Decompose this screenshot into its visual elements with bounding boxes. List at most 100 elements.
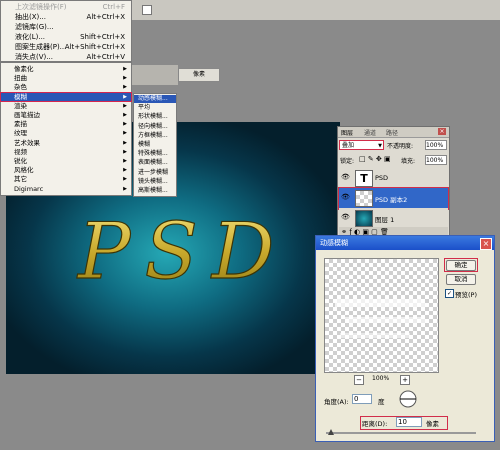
filter-category-item[interactable]: 画笔描边 ▶	[1, 111, 131, 119]
layer-thumbnail	[355, 190, 373, 207]
filter-category-item[interactable]: 锐化 ▶	[1, 157, 131, 165]
layer-row[interactable]: 👁 图层 1	[339, 208, 448, 229]
cancel-button[interactable]: 取消	[446, 274, 476, 285]
angle-unit: 度	[378, 398, 385, 406]
blur-item-label: 动感模糊...	[138, 95, 168, 102]
close-icon[interactable]: ×	[480, 238, 492, 250]
category-label: 像素化	[14, 65, 34, 73]
filter-category-item[interactable]: 纹理 ▶	[1, 129, 131, 137]
submenu-arrow-icon: ▶	[123, 102, 127, 109]
dialog-title: 动感模糊	[320, 239, 348, 247]
blend-mode-select[interactable]: 叠加 ▼	[339, 140, 384, 150]
zoom-out-button[interactable]: −	[354, 375, 364, 385]
blur-item-label: 进一步模糊	[138, 168, 169, 176]
category-label: 渲染	[14, 101, 27, 110]
tab-paths[interactable]: 路径	[386, 128, 398, 137]
angle-dial[interactable]	[398, 389, 418, 409]
motion-blur-streaks	[335, 299, 425, 338]
psd-script-text: PSD	[76, 207, 288, 297]
category-label: 画笔描边	[14, 111, 40, 119]
toolbar-tab[interactable]: 像素	[178, 68, 220, 82]
submenu-arrow-icon: ▶	[123, 148, 127, 155]
submenu-arrow-icon: ▶	[123, 130, 127, 137]
blur-item-label: 镜头模糊...	[138, 177, 168, 185]
category-label: 杂色	[14, 83, 27, 92]
filter-category-item[interactable]: 扭曲 ▶	[1, 74, 131, 82]
blur-submenu-item[interactable]: 形状模糊...	[134, 113, 176, 121]
blur-submenu-item[interactable]: 径向模糊...	[134, 123, 176, 131]
layer-row[interactable]: 👁 PSD 副本2	[338, 187, 449, 210]
blur-submenu-item[interactable]: 镜头模糊...	[134, 178, 176, 186]
zoom-in-button[interactable]: +	[400, 375, 410, 385]
tab-channels[interactable]: 通道	[364, 128, 376, 137]
distance-unit: 像素	[426, 420, 439, 428]
panel-close-icon[interactable]: ×	[438, 128, 446, 135]
category-label: 扭曲	[14, 74, 27, 83]
blur-item-label: 模糊	[138, 141, 151, 148]
distance-slider-handle[interactable]	[328, 429, 334, 435]
ok-button[interactable]: 确定	[446, 260, 476, 271]
blur-submenu-item[interactable]: 特殊模糊...	[134, 150, 176, 158]
preview-checkbox[interactable]: ✓	[445, 289, 454, 298]
submenu-arrow-icon: ▶	[123, 66, 127, 72]
eye-icon[interactable]: 👁	[341, 213, 350, 221]
preview-label: 预览(P)	[455, 291, 477, 299]
category-label: 视频	[14, 147, 27, 156]
filter-category-item[interactable]: 风格化 ▶	[1, 166, 131, 174]
angle-label: 角度(A):	[324, 398, 349, 406]
filter-category-item[interactable]: 艺术效果 ▶	[1, 139, 131, 147]
category-label: 模糊	[14, 92, 27, 101]
submenu-arrow-icon: ▶	[123, 167, 127, 174]
filter-category-item[interactable]: Digimarc ▶	[1, 185, 131, 193]
submenu-arrow-icon: ▶	[123, 112, 127, 118]
options-bar-checkbox[interactable]	[142, 5, 152, 15]
filter-category-item[interactable]: 素描 ▶	[1, 120, 131, 128]
category-label: 锐化	[14, 157, 27, 165]
filter-category-menu: 像素化 ▶ 扭曲 ▶ 杂色 ▶ 模糊 ▶ 渲染 ▶ 画笔描边 ▶ 素描 ▶ 纹理 ▶ 艺术效果 ▶ 视频 ▶ 锐化 ▶ 风格…	[0, 62, 132, 196]
filter-category-item[interactable]: 像素化 ▶	[1, 65, 131, 73]
opacity-input[interactable]: 100%	[425, 140, 447, 150]
zoom-level: 100%	[372, 375, 390, 382]
layer-name: 图层 1	[375, 216, 395, 224]
fill-input[interactable]: 100%	[425, 155, 447, 165]
tab-layers[interactable]: 图层	[341, 128, 353, 137]
lock-label: 锁定:	[340, 158, 355, 165]
filter-category-item[interactable]: 渲染 ▶	[1, 102, 131, 110]
blur-submenu-item[interactable]: 动感模糊...	[134, 95, 176, 103]
blur-submenu-item[interactable]: 表面模糊...	[134, 159, 176, 167]
filter-category-item[interactable]: 视频 ▶	[1, 148, 131, 156]
opacity-label: 不透明度:	[387, 143, 414, 150]
category-label: 其它	[14, 175, 27, 184]
filter-category-item[interactable]: 模糊 ▶	[0, 91, 132, 103]
window-strip	[132, 65, 178, 85]
filter-category-item[interactable]: 杂色 ▶	[1, 83, 131, 91]
layer-row[interactable]: 👁 T PSD	[339, 168, 448, 189]
filter-menu: 上次滤镜操作(F) Ctrl+F 抽出(X)... Alt+Ctrl+X 滤镜库(G).…	[0, 0, 132, 62]
distance-slider-track[interactable]	[326, 432, 476, 434]
layer-name: PSD 副本2	[375, 196, 408, 204]
eye-icon[interactable]: 👁	[341, 193, 350, 201]
blur-submenu-item[interactable]: 高斯模糊...	[134, 187, 176, 195]
motion-blur-dialog: 动感模糊 × − 100% + 确定 取消 ✓ 预览(P) 角度(A): 度 距…	[315, 235, 495, 442]
blur-submenu-item[interactable]: 平均	[134, 104, 176, 112]
blur-item-label: 方框模糊...	[138, 131, 168, 139]
eye-icon[interactable]: 👁	[341, 173, 350, 181]
blur-item-label: 径向模糊...	[138, 122, 168, 130]
blur-item-label: 表面模糊...	[138, 159, 168, 167]
preview-area[interactable]	[324, 258, 439, 373]
lock-icons[interactable]: □ ✎ ✥ ▣	[359, 155, 391, 163]
submenu-arrow-icon: ▶	[123, 75, 127, 82]
fill-label: 填充:	[401, 158, 416, 165]
distance-input[interactable]	[396, 417, 422, 427]
submenu-arrow-icon: ▶	[123, 121, 127, 128]
text-layer-icon: T	[355, 170, 373, 187]
blur-submenu-item[interactable]: 进一步模糊	[134, 169, 176, 177]
blur-item-label: 平均	[138, 104, 151, 112]
filter-category-item[interactable]: 其它 ▶	[1, 175, 131, 183]
blur-submenu-item[interactable]: 方框模糊...	[134, 132, 176, 140]
angle-input[interactable]	[352, 394, 372, 404]
layers-panel-tabs: 图层 通道 路径 ×	[338, 127, 449, 138]
blur-submenu-item[interactable]: 模糊	[134, 141, 176, 149]
category-label: 素描	[14, 120, 27, 129]
layer-name: PSD	[375, 174, 389, 182]
